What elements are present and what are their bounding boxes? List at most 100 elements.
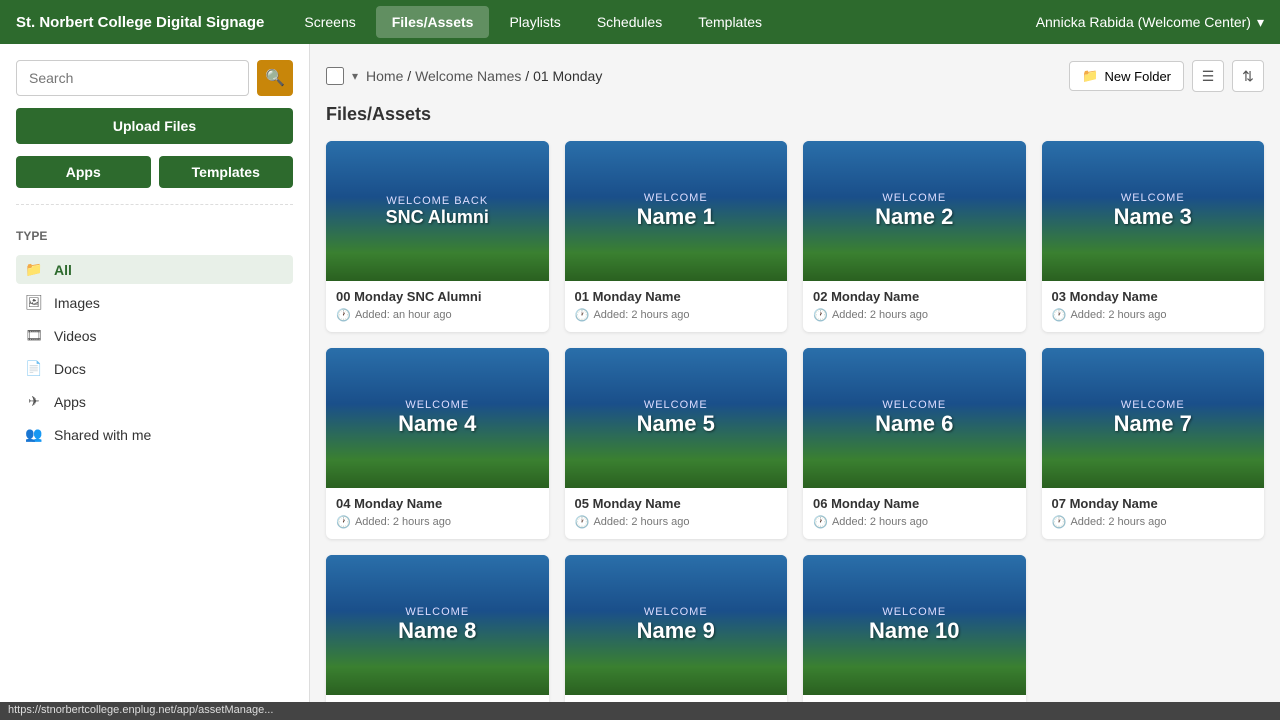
- clock-icon: 🕐: [336, 308, 351, 322]
- thumb-text: Welcome Name 4: [398, 399, 476, 437]
- file-thumbnail: Welcome Back SNC Alumni: [326, 141, 549, 281]
- sidebar-item-apps[interactable]: ✈ Apps: [16, 387, 293, 416]
- status-bar: https://stnorbertcollege.enplug.net/app/…: [0, 702, 1280, 720]
- file-thumbnail: Welcome Name 8: [326, 555, 549, 695]
- thumb-inner: Welcome Name 1: [565, 141, 788, 281]
- file-card[interactable]: Welcome Name 5 05 Monday Name 🕐 Added: 2…: [565, 348, 788, 539]
- file-title: 04 Monday Name: [336, 496, 539, 511]
- main-layout: 🔍 Upload Files Apps Templates TYPE 📁 All…: [0, 44, 1280, 720]
- thumb-welcome-label: Welcome: [637, 192, 715, 204]
- thumb-welcome-label: Welcome: [869, 606, 960, 618]
- thumb-name-label: Name 10: [869, 618, 960, 644]
- thumb-welcome-label: Welcome: [398, 606, 476, 618]
- type-heading: TYPE: [16, 229, 293, 243]
- file-card[interactable]: Welcome Name 3 03 Monday Name 🕐 Added: 2…: [1042, 141, 1265, 332]
- sidebar: 🔍 Upload Files Apps Templates TYPE 📁 All…: [0, 44, 310, 720]
- thumb-text: Welcome Name 5: [637, 399, 715, 437]
- nav-templates[interactable]: Templates: [682, 6, 778, 38]
- file-card[interactable]: Welcome Name 1 01 Monday Name 🕐 Added: 2…: [565, 141, 788, 332]
- thumb-inner: Welcome Name 7: [1042, 348, 1265, 488]
- file-meta: 🕐 Added: 2 hours ago: [575, 515, 778, 529]
- thumb-inner: Welcome Name 2: [803, 141, 1026, 281]
- nav-files-assets[interactable]: Files/Assets: [376, 6, 490, 38]
- sidebar-item-shared[interactable]: 👥 Shared with me: [16, 420, 293, 449]
- file-meta: 🕐 Added: 2 hours ago: [336, 515, 539, 529]
- file-card[interactable]: Welcome Name 4 04 Monday Name 🕐 Added: 2…: [326, 348, 549, 539]
- file-title: 07 Monday Name: [1052, 496, 1255, 511]
- file-time: Added: 2 hours ago: [832, 516, 928, 528]
- list-icon: ☰: [1202, 68, 1215, 85]
- file-card[interactable]: Welcome Name 7 07 Monday Name 🕐 Added: 2…: [1042, 348, 1265, 539]
- file-thumbnail: Welcome Name 6: [803, 348, 1026, 488]
- file-thumbnail: Welcome Name 9: [565, 555, 788, 695]
- thumb-welcome-label: Welcome: [637, 399, 715, 411]
- thumb-name-label: Name 3: [1114, 204, 1192, 230]
- thumb-name-label: Name 7: [1114, 411, 1192, 437]
- clock-icon: 🕐: [813, 308, 828, 322]
- type-item-label: Images: [54, 295, 100, 311]
- thumb-name-label: Name 8: [398, 618, 476, 644]
- nav-screens[interactable]: Screens: [288, 6, 371, 38]
- breadcrumb-folder[interactable]: Welcome Names: [415, 68, 521, 84]
- thumb-name-label: Name 6: [875, 411, 953, 437]
- list-view-button[interactable]: ☰: [1192, 60, 1224, 92]
- file-thumbnail: Welcome Name 2: [803, 141, 1026, 281]
- file-card[interactable]: Welcome Name 2 02 Monday Name 🕐 Added: 2…: [803, 141, 1026, 332]
- thumb-name-label: Name 4: [398, 411, 476, 437]
- thumb-inner: Welcome Name 3: [1042, 141, 1265, 281]
- brand-title: St. Norbert College Digital Signage: [16, 14, 264, 31]
- file-meta: 🕐 Added: 2 hours ago: [575, 308, 778, 322]
- user-menu[interactable]: Annicka Rabida (Welcome Center) ▾: [1036, 14, 1264, 31]
- search-icon: 🔍: [265, 68, 285, 88]
- videos-icon: 🎞: [24, 327, 44, 344]
- file-time: Added: 2 hours ago: [593, 309, 689, 321]
- file-info: 01 Monday Name 🕐 Added: 2 hours ago: [565, 281, 788, 332]
- thumb-text: Welcome Name 3: [1114, 192, 1192, 230]
- templates-button[interactable]: Templates: [159, 156, 294, 188]
- select-all-checkbox[interactable]: [326, 67, 344, 85]
- nav-schedules[interactable]: Schedules: [581, 6, 678, 38]
- clock-icon: 🕐: [336, 515, 351, 529]
- thumb-welcome-label: Welcome: [1114, 192, 1192, 204]
- file-card[interactable]: Welcome Name 6 06 Monday Name 🕐 Added: 2…: [803, 348, 1026, 539]
- thumb-text: Welcome Name 10: [869, 606, 960, 644]
- file-thumbnail: Welcome Name 5: [565, 348, 788, 488]
- thumb-inner: Welcome Name 9: [565, 555, 788, 695]
- chevron-down-icon[interactable]: ▾: [352, 69, 358, 83]
- folder-plus-icon: 📁: [1082, 68, 1098, 84]
- file-time: Added: 2 hours ago: [1070, 309, 1166, 321]
- file-time: Added: 2 hours ago: [593, 516, 689, 528]
- breadcrumb-home[interactable]: Home: [366, 68, 403, 84]
- sidebar-item-all[interactable]: 📁 All: [16, 255, 293, 284]
- new-folder-button[interactable]: 📁 New Folder: [1069, 61, 1184, 91]
- type-item-label: Apps: [54, 394, 86, 410]
- file-card[interactable]: Welcome Back SNC Alumni 00 Monday SNC Al…: [326, 141, 549, 332]
- upload-files-button[interactable]: Upload Files: [16, 108, 293, 144]
- search-input[interactable]: [16, 60, 249, 96]
- file-time: Added: an hour ago: [355, 309, 452, 321]
- nav-playlists[interactable]: Playlists: [493, 6, 576, 38]
- search-button[interactable]: 🔍: [257, 60, 293, 96]
- thumb-inner: Welcome Name 4: [326, 348, 549, 488]
- file-info: 03 Monday Name 🕐 Added: 2 hours ago: [1042, 281, 1265, 332]
- file-card[interactable]: Welcome Name 10 10 Monday Name 🕐 Added: …: [803, 555, 1026, 720]
- chevron-down-icon: ▾: [1257, 14, 1264, 31]
- thumb-text: Welcome Name 1: [637, 192, 715, 230]
- file-time: Added: 2 hours ago: [832, 309, 928, 321]
- clock-icon: 🕐: [575, 308, 590, 322]
- file-title: 02 Monday Name: [813, 289, 1016, 304]
- breadcrumb-sep2: /: [525, 68, 533, 84]
- sidebar-item-images[interactable]: 🖼 Images: [16, 288, 293, 317]
- sort-button[interactable]: ⇅: [1232, 60, 1264, 92]
- sidebar-item-videos[interactable]: 🎞 Videos: [16, 321, 293, 350]
- file-title: 01 Monday Name: [575, 289, 778, 304]
- file-thumbnail: Welcome Name 4: [326, 348, 549, 488]
- file-card[interactable]: Welcome Name 8 08 Monday Name 🕐 Added: 2…: [326, 555, 549, 720]
- folder-icon: 📁: [24, 261, 44, 278]
- thumb-name-label: SNC Alumni: [386, 207, 489, 228]
- file-card[interactable]: Welcome Name 9 09 Monday Name 🕐 Added: 2…: [565, 555, 788, 720]
- apps-button[interactable]: Apps: [16, 156, 151, 188]
- sidebar-item-docs[interactable]: 📄 Docs: [16, 354, 293, 383]
- file-meta: 🕐 Added: 2 hours ago: [813, 515, 1016, 529]
- clock-icon: 🕐: [1052, 515, 1067, 529]
